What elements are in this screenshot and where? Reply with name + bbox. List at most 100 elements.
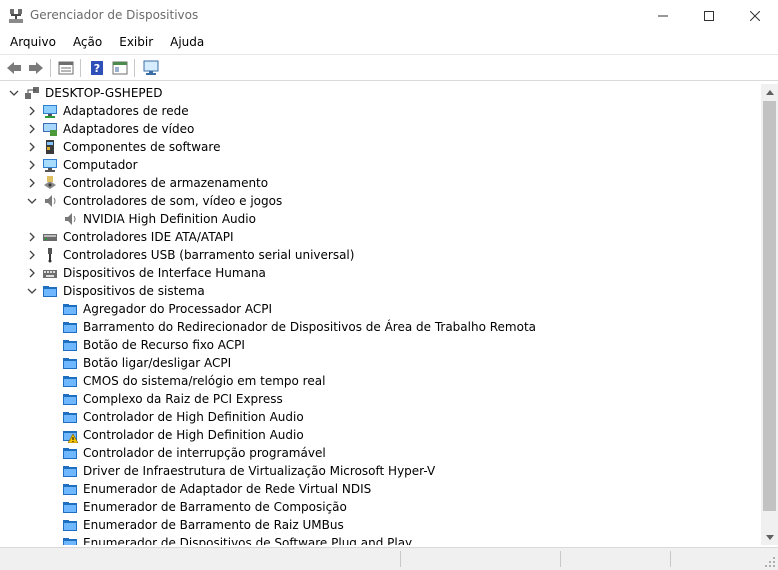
tree-device-item[interactable]: Botão ligar/desligar ACPI <box>0 354 760 372</box>
chevron-right-icon[interactable] <box>26 246 38 264</box>
back-button[interactable] <box>4 58 24 78</box>
device-tree[interactable]: DESKTOP-GSHEPED Adaptadores de rede Adapta… <box>0 84 760 545</box>
system-device-icon <box>62 481 78 497</box>
chevron-right-icon[interactable] <box>26 120 38 138</box>
system-device-icon <box>62 445 78 461</box>
scan-hardware-button[interactable] <box>141 58 161 78</box>
chevron-down-icon[interactable] <box>26 282 38 300</box>
chevron-right-icon[interactable] <box>26 264 38 282</box>
speaker-icon <box>62 211 78 227</box>
software-component-icon <box>42 139 58 155</box>
tree-item-label: Adaptadores de vídeo <box>63 122 195 136</box>
help-icon: ? <box>91 61 103 75</box>
minimize-icon <box>658 15 668 16</box>
menu-ajuda[interactable]: Ajuda <box>163 31 211 53</box>
storage-icon <box>42 175 58 191</box>
chevron-right-icon[interactable] <box>26 156 38 174</box>
title-bar: Gerenciador de Dispositivos <box>0 0 778 31</box>
tree-category-item[interactable]: Dispositivos de Interface Humana <box>0 264 760 282</box>
chevron-right-icon[interactable] <box>26 174 38 192</box>
tree-device-item[interactable]: Botão de Recurso fixo ACPI <box>0 336 760 354</box>
scroll-down-button[interactable] <box>761 529 778 545</box>
tree-item-label: Componentes de software <box>63 140 221 154</box>
tree-device-item[interactable]: Enumerador de Barramento de Composição <box>0 498 760 516</box>
system-device-icon <box>62 535 78 545</box>
tree-item-label: Agregador do Processador ACPI <box>83 302 273 316</box>
chevron-down-icon <box>765 534 774 540</box>
tree-item-label: Controlador de interrupção programável <box>83 446 326 460</box>
hid-icon <box>42 265 58 281</box>
tree-device-item[interactable]: Controlador de interrupção programável <box>0 444 760 462</box>
help-button[interactable]: ? <box>87 58 107 78</box>
tree-item-label: CMOS do sistema/relógio em tempo real <box>83 374 326 388</box>
chevron-right-icon[interactable] <box>26 228 38 246</box>
tree-device-item[interactable]: Driver de Infraestrutura de Virtualizaçã… <box>0 462 760 480</box>
tree-device-item[interactable]: Complexo da Raiz de PCI Express <box>0 390 760 408</box>
system-device-icon <box>62 337 78 353</box>
scroll-up-button[interactable] <box>761 84 778 100</box>
tree-item-label: Barramento do Redirecionador de Disposit… <box>83 320 537 334</box>
tree-device-item[interactable]: Agregador do Processador ACPI <box>0 300 760 318</box>
system-device-icon <box>62 355 78 371</box>
network-adapter-icon <box>42 103 58 119</box>
tree-item-label: Driver de Infraestrutura de Virtualizaçã… <box>83 464 436 478</box>
forward-button[interactable] <box>26 58 46 78</box>
menu-exibir[interactable]: Exibir <box>112 31 160 53</box>
chevron-right-icon[interactable] <box>26 138 38 156</box>
tree-category-item[interactable]: Controladores USB (barramento serial uni… <box>0 246 760 264</box>
system-device-icon <box>62 517 78 533</box>
resize-grip-icon[interactable] <box>764 556 776 568</box>
forward-icon <box>29 62 43 74</box>
properties-icon <box>58 61 74 75</box>
tree-item-label: Complexo da Raiz de PCI Express <box>83 392 283 406</box>
tree-item-label: Controladores USB (barramento serial uni… <box>63 248 355 262</box>
scroll-thumb[interactable] <box>763 101 776 511</box>
tree-category-item[interactable]: Controladores de armazenamento <box>0 174 760 192</box>
view-button[interactable] <box>110 58 130 78</box>
system-folder-icon <box>42 283 58 299</box>
tree-device-item[interactable]: Barramento do Redirecionador de Disposit… <box>0 318 760 336</box>
chevron-down-icon[interactable] <box>8 84 20 102</box>
minimize-button[interactable] <box>640 0 686 31</box>
tree-item-label: Botão de Recurso fixo ACPI <box>83 338 245 352</box>
tree-category-item[interactable]: Controladores de som, vídeo e jogos <box>0 192 760 210</box>
system-device-icon <box>62 373 78 389</box>
tree-item-label: Dispositivos de sistema <box>63 284 205 298</box>
toolbar: ? <box>0 54 778 81</box>
usb-icon <box>42 247 58 263</box>
tree-device-item[interactable]: NVIDIA High Definition Audio <box>0 210 760 228</box>
speaker-icon <box>42 193 58 209</box>
menu-acao[interactable]: Ação <box>66 31 109 53</box>
tree-category-item[interactable]: Controladores IDE ATA/ATAPI <box>0 228 760 246</box>
tree-category-item[interactable]: Dispositivos de sistema <box>0 282 760 300</box>
chevron-up-icon <box>765 89 774 95</box>
tree-device-item[interactable]: CMOS do sistema/relógio em tempo real <box>0 372 760 390</box>
tree-device-item[interactable]: Enumerador de Barramento de Raiz UMBus <box>0 516 760 534</box>
tree-item-label: Computador <box>63 158 138 172</box>
tree-item-label: Enumerador de Adaptador de Rede Virtual … <box>83 482 372 496</box>
display-adapter-icon <box>42 121 58 137</box>
tree-root[interactable]: DESKTOP-GSHEPED <box>0 84 760 102</box>
chevron-down-icon[interactable] <box>26 192 38 210</box>
ide-icon <box>42 229 58 245</box>
system-device-icon <box>62 301 78 317</box>
tree-device-item[interactable]: Controlador de High Definition Audio <box>0 408 760 426</box>
tree-category-item[interactable]: Adaptadores de vídeo <box>0 120 760 138</box>
properties-button[interactable] <box>56 58 76 78</box>
chevron-right-icon[interactable] <box>26 102 38 120</box>
menu-arquivo[interactable]: Arquivo <box>3 31 63 53</box>
tree-item-label: Controladores de armazenamento <box>63 176 269 190</box>
tree-device-item[interactable]: Enumerador de Dispositivos de Software P… <box>0 534 760 545</box>
system-device-icon <box>62 391 78 407</box>
tree-device-item[interactable]: Enumerador de Adaptador de Rede Virtual … <box>0 480 760 498</box>
tree-item-label: NVIDIA High Definition Audio <box>83 212 256 226</box>
tree-item-label: Controladores IDE ATA/ATAPI <box>63 230 234 244</box>
tree-device-item[interactable]: Controlador de High Definition Audio <box>0 426 760 444</box>
maximize-button[interactable] <box>686 0 732 31</box>
tree-category-item[interactable]: Computador <box>0 156 760 174</box>
vertical-scrollbar[interactable] <box>761 84 778 545</box>
tree-category-item[interactable]: Componentes de software <box>0 138 760 156</box>
close-button[interactable] <box>732 0 778 31</box>
menu-bar: Arquivo Ação Exibir Ajuda <box>0 31 778 53</box>
tree-category-item[interactable]: Adaptadores de rede <box>0 102 760 120</box>
